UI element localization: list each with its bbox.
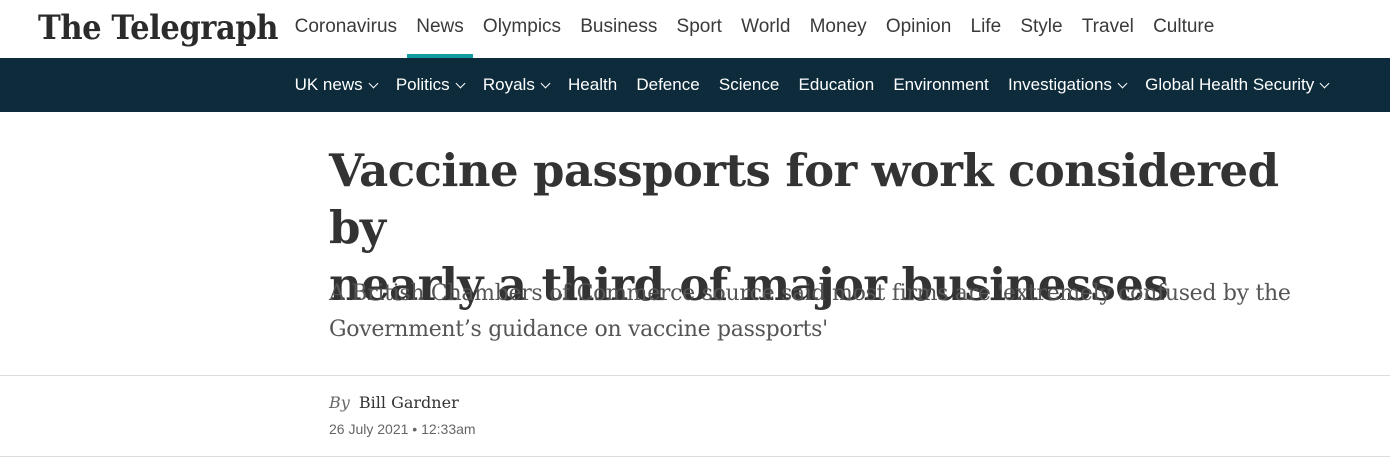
nav-item-style[interactable]: Style xyxy=(1011,0,1072,58)
chevron-down-icon xyxy=(368,78,379,88)
subnav-item-label: Health xyxy=(568,75,618,94)
primary-nav: Coronavirus News Olympics Business Sport Worl… xyxy=(285,0,1224,58)
subnav-item-label: UK news xyxy=(294,75,363,94)
subnav-item-defence[interactable]: Defence xyxy=(627,75,710,95)
subnav-item-uk-news[interactable]: UK news xyxy=(285,75,386,95)
nav-item-world[interactable]: World xyxy=(732,0,800,58)
subnav-item-environment[interactable]: Environment xyxy=(884,75,999,95)
author-link[interactable]: Bill Gardner xyxy=(359,393,459,412)
subnav-item-label: Global Health Security xyxy=(1145,75,1315,94)
subnav-item-label: Royals xyxy=(482,75,535,94)
subnav-item-politics[interactable]: Politics xyxy=(386,75,473,95)
chevron-down-icon xyxy=(1117,78,1128,88)
chevron-down-icon xyxy=(540,78,551,88)
subnav-item-global-health-security[interactable]: Global Health Security xyxy=(1136,75,1338,95)
subnav-item-health[interactable]: Health xyxy=(558,75,626,95)
nav-item-travel[interactable]: Travel xyxy=(1072,0,1143,58)
nav-item-opinion[interactable]: Opinion xyxy=(876,0,961,58)
nav-item-business[interactable]: Business xyxy=(571,0,667,58)
subnav-item-label: Politics xyxy=(395,75,450,94)
subnav-item-label: Science xyxy=(718,75,780,94)
nav-item-life[interactable]: Life xyxy=(961,0,1011,58)
standfirst-line-1: A British Chambers of Commerce source sa… xyxy=(329,281,1291,306)
nav-item-news[interactable]: News xyxy=(406,0,474,58)
telegraph-logo[interactable]: The Telegraph xyxy=(38,6,279,50)
subnav-item-label: Environment xyxy=(893,75,989,94)
divider xyxy=(0,375,1390,376)
nav-item-culture[interactable]: Culture xyxy=(1143,0,1223,58)
subnav-item-royals[interactable]: Royals xyxy=(473,75,558,95)
subnav-item-investigations[interactable]: Investigations xyxy=(998,75,1135,95)
nav-item-olympics[interactable]: Olympics xyxy=(473,0,570,58)
chevron-down-icon xyxy=(455,78,466,88)
publish-date: 26 July 2021 • 12:33am xyxy=(329,421,476,437)
divider xyxy=(0,456,1390,457)
subnav-item-education[interactable]: Education xyxy=(789,75,884,95)
standfirst-line-2: Government’s guidance on vaccine passpor… xyxy=(329,317,828,342)
subnav-item-label: Investigations xyxy=(1007,75,1112,94)
secondary-nav: UK news Politics Royals Health Defence Scienc… xyxy=(285,58,1338,112)
site-header: The Telegraph Coronavirus News Olympics Bus… xyxy=(0,0,1390,58)
subnav-item-science[interactable]: Science xyxy=(709,75,789,95)
article-standfirst: A British Chambers of Commerce source sa… xyxy=(329,276,1339,348)
nav-item-sport[interactable]: Sport xyxy=(667,0,732,58)
subnav-item-label: Defence xyxy=(636,75,700,94)
byline: By Bill Gardner xyxy=(329,393,459,412)
nav-item-coronavirus[interactable]: Coronavirus xyxy=(285,0,407,58)
headline-line-1: Vaccine passports for work considered by xyxy=(329,144,1279,254)
subnav-item-label: Education xyxy=(798,75,875,94)
chevron-down-icon xyxy=(1319,78,1330,88)
section-nav-bar: UK news Politics Royals Health Defence Scienc… xyxy=(0,58,1390,112)
byline-prefix: By xyxy=(329,393,350,412)
nav-item-money[interactable]: Money xyxy=(800,0,876,58)
